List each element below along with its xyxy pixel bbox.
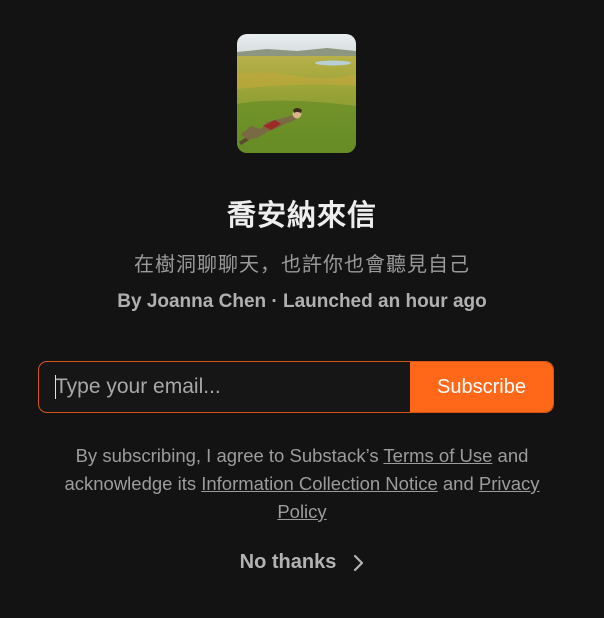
subscribe-button[interactable]: Subscribe bbox=[410, 362, 553, 412]
publication-byline: By Joanna Chen · Launched an hour ago bbox=[117, 291, 487, 312]
no-thanks-label: No thanks bbox=[239, 551, 337, 573]
publication-cover-image bbox=[237, 34, 356, 153]
subscribe-form: Subscribe bbox=[38, 361, 554, 413]
information-collection-notice-link[interactable]: Information Collection Notice bbox=[201, 473, 438, 494]
text-cursor bbox=[55, 375, 56, 399]
legal-text: and bbox=[437, 473, 479, 494]
email-input[interactable] bbox=[39, 362, 410, 412]
cover-photo-icon bbox=[237, 34, 356, 153]
subscribe-modal: 喬安納來信 在樹洞聊聊天，也許你也會聽見自己 By Joanna Chen · … bbox=[0, 0, 604, 618]
legal-text: By subscribing, I agree to Substack’s bbox=[75, 445, 384, 466]
no-thanks-button[interactable]: No thanks bbox=[0, 551, 604, 574]
publication-title: 喬安納來信 bbox=[226, 198, 377, 232]
terms-of-use-link[interactable]: Terms of Use bbox=[383, 445, 492, 466]
chevron-right-icon bbox=[354, 554, 364, 571]
legal-notice: By subscribing, I agree to Substack’s Te… bbox=[50, 442, 554, 526]
publication-subtitle: 在樹洞聊聊天，也許你也會聽見自己 bbox=[134, 252, 470, 276]
